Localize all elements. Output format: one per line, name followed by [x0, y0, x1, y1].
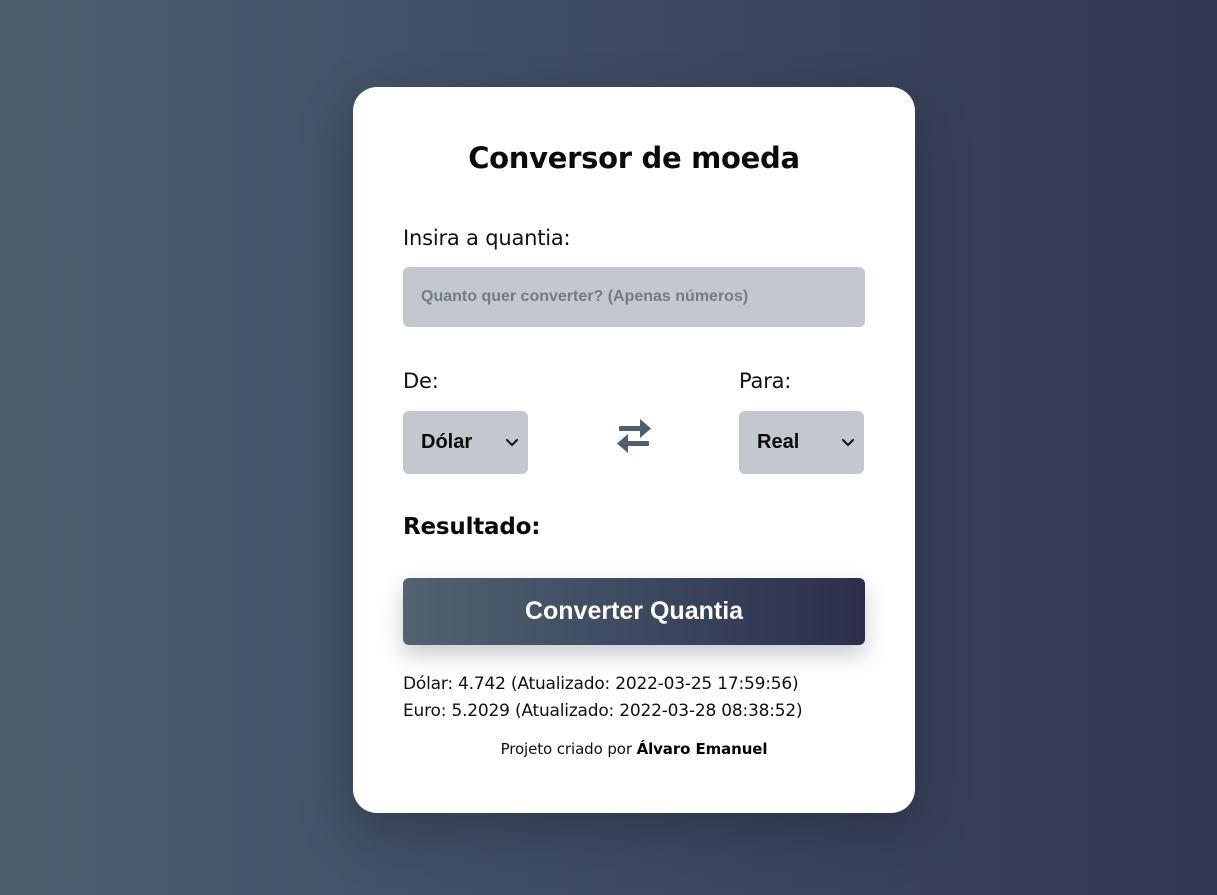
- convert-button[interactable]: Converter Quantia: [403, 578, 865, 645]
- amount-label: Insira a quantia:: [403, 226, 571, 250]
- converter-card: Conversor de moeda Insira a quantia: De:…: [353, 87, 915, 813]
- chevron-down-icon: [506, 437, 518, 449]
- to-currency-value: Real: [757, 431, 800, 453]
- footer-author: Álvaro Emanuel: [636, 740, 768, 758]
- swap-arrows-icon[interactable]: [613, 415, 655, 457]
- to-label: Para:: [739, 369, 792, 393]
- euro-rate-text: Euro: 5.2029 (Atualizado: 2022-03-28 08:…: [403, 701, 803, 721]
- page-title: Conversor de moeda: [468, 141, 800, 175]
- footer-prefix: Projeto criado por: [500, 740, 632, 758]
- result-label: Resultado:: [403, 514, 541, 540]
- from-currency-select[interactable]: Dólar: [403, 411, 528, 474]
- chevron-down-icon: [842, 437, 854, 449]
- dolar-rate-text: Dólar: 4.742 (Atualizado: 2022-03-25 17:…: [403, 674, 799, 694]
- to-currency-select[interactable]: Real: [739, 411, 864, 474]
- amount-input[interactable]: [403, 267, 865, 327]
- from-label: De:: [403, 369, 439, 393]
- from-currency-value: Dólar: [421, 431, 473, 453]
- footer-credit: Projeto criado por Álvaro Emanuel: [353, 740, 915, 758]
